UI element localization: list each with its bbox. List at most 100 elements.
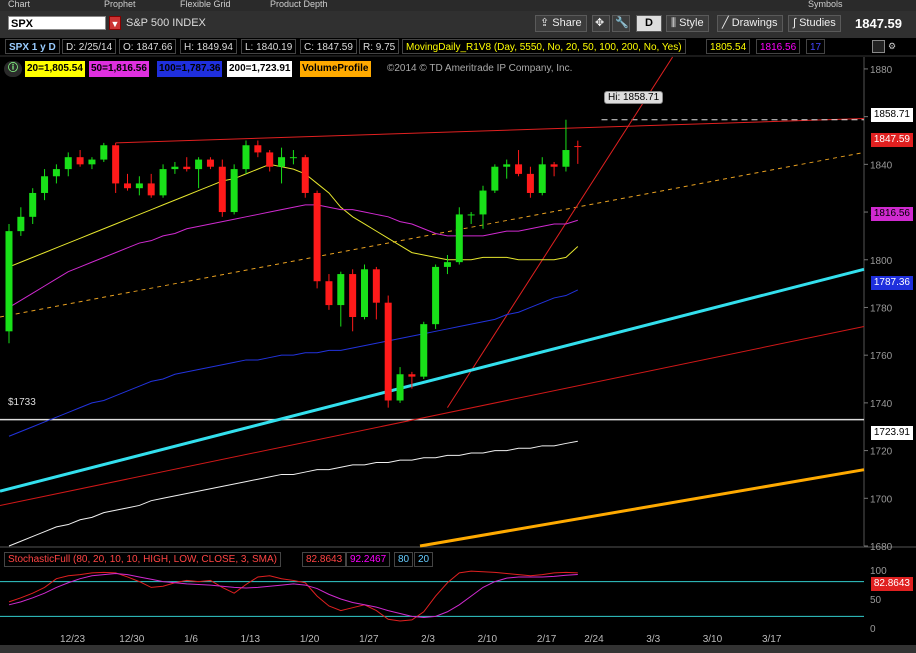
y-tick-label-1680: 1680	[870, 542, 893, 553]
ma200-label: 200=1,723.91	[227, 61, 293, 77]
candle-body	[254, 145, 262, 153]
steep-trend-line	[447, 56, 674, 408]
stoch-k-line	[8, 570, 578, 622]
candle-body	[218, 166, 226, 213]
x-tick-label: 2/24	[584, 634, 604, 645]
ma50-label: 50=1,816.56	[89, 61, 149, 77]
resistance-trend-line	[115, 118, 865, 144]
copyright-text: ©2014 © TD Ameritrade IP Company, Inc.	[387, 63, 573, 74]
candle-body	[112, 145, 120, 184]
candle-body	[491, 166, 499, 191]
ma-50-line	[8, 204, 578, 308]
x-tick-label: 12/23	[60, 634, 85, 645]
candle-body	[266, 152, 274, 167]
ma100-price-label: 1787.36	[870, 276, 913, 290]
candle-body	[206, 159, 214, 167]
x-tick-label: 12/30	[119, 634, 144, 645]
candle-body	[64, 157, 72, 170]
candle-body	[147, 183, 155, 196]
candle-body	[242, 145, 250, 170]
stochastic-series: 0 50 100	[0, 566, 887, 635]
volume-profile-label: VolumeProfile	[300, 61, 371, 77]
candle-body	[574, 146, 582, 148]
candle-body	[41, 176, 49, 193]
candle-body	[183, 166, 191, 170]
candle-body	[515, 164, 523, 174]
ma50-price-label: 1816.56	[870, 207, 913, 221]
candle-body	[171, 166, 179, 170]
level-annotation: $1733	[8, 397, 36, 408]
x-tick-label: 3/17	[762, 634, 782, 645]
ma200-price-label: 1723.91	[870, 426, 913, 440]
candle-body	[526, 173, 534, 193]
candle-body	[301, 157, 309, 193]
candle-body	[230, 169, 238, 213]
candle-body	[467, 214, 475, 216]
candle-body	[289, 157, 297, 159]
stoch-price-label: 82.8643	[870, 577, 913, 591]
orange-dashed-trend	[0, 151, 865, 318]
status-bar	[0, 645, 916, 653]
candle-body	[396, 374, 404, 401]
candle-body	[195, 159, 203, 170]
candle-body	[29, 192, 37, 217]
candle-body	[52, 169, 60, 177]
candle-body	[550, 164, 558, 167]
trend-overlays	[0, 56, 865, 548]
stochastic-name: StochasticFull (80, 20, 10, 10, HIGH, LO…	[4, 552, 281, 567]
last-price-label: 1847.59	[870, 133, 913, 147]
x-tick-label: 1/13	[241, 634, 261, 645]
candle-body	[278, 157, 286, 167]
x-tick-label: 3/10	[703, 634, 723, 645]
red-channel-line	[0, 326, 865, 506]
ma20-label: 20=1,805.54	[25, 61, 85, 77]
candle-body	[420, 324, 428, 377]
candle-body	[88, 159, 96, 165]
candle-body	[76, 157, 84, 165]
x-tick-label: 1/6	[184, 634, 198, 645]
stochastic-k: 82.8643	[302, 552, 347, 567]
candle-body	[503, 164, 511, 167]
x-tick-label: 3/3	[646, 634, 660, 645]
expand-studies-icon[interactable]: ⓘ	[4, 61, 22, 77]
orange-channel-line	[419, 468, 865, 548]
y-tick-label-1740: 1740	[870, 399, 893, 410]
candle-body	[124, 183, 131, 189]
x-tick-label: 1/20	[300, 634, 320, 645]
high-annotation: Hi: 1858.71	[604, 91, 664, 104]
ma-200-line	[8, 440, 578, 547]
y-tick-label-1720: 1720	[870, 447, 893, 458]
candle-body	[135, 183, 143, 189]
x-tick-label: 1/27	[359, 634, 379, 645]
candle-body	[455, 214, 463, 263]
stochastic-oversold: 20	[414, 552, 434, 567]
grid-lines: 1680170017201740176017801800182018401860…	[0, 55, 916, 553]
y-tick-label-1800: 1800	[870, 256, 893, 267]
candle-body	[408, 374, 416, 377]
candle-body	[5, 231, 13, 332]
x-tick-label: 2/10	[478, 634, 498, 645]
moving-average-lines	[8, 163, 579, 547]
candle-body	[384, 302, 392, 401]
stochastic-overbought: 80	[394, 552, 414, 567]
candle-body	[432, 266, 440, 325]
stochastic-d: 92.2467	[346, 552, 391, 567]
stoch-tick-100: 100	[870, 566, 887, 577]
candle-body	[159, 169, 167, 196]
y-tick-label-1760: 1760	[870, 351, 893, 362]
ma100-label: 100=1,787.36	[157, 61, 223, 77]
candle-body	[361, 269, 368, 318]
candle-body	[17, 216, 25, 232]
candle-body	[479, 190, 487, 215]
y-tick-label-1840: 1840	[870, 160, 893, 171]
stoch-tick-0: 0	[870, 624, 876, 635]
candle-body	[562, 150, 570, 167]
candle-body	[337, 274, 345, 306]
candle-body	[443, 262, 451, 267]
y-tick-label-1780: 1780	[870, 303, 893, 314]
y-tick-label-1880: 1880	[870, 65, 893, 76]
stoch-tick-50: 50	[870, 595, 882, 606]
y-tick-label-1700: 1700	[870, 494, 893, 505]
candle-body	[325, 281, 333, 306]
candle-body	[313, 192, 321, 282]
